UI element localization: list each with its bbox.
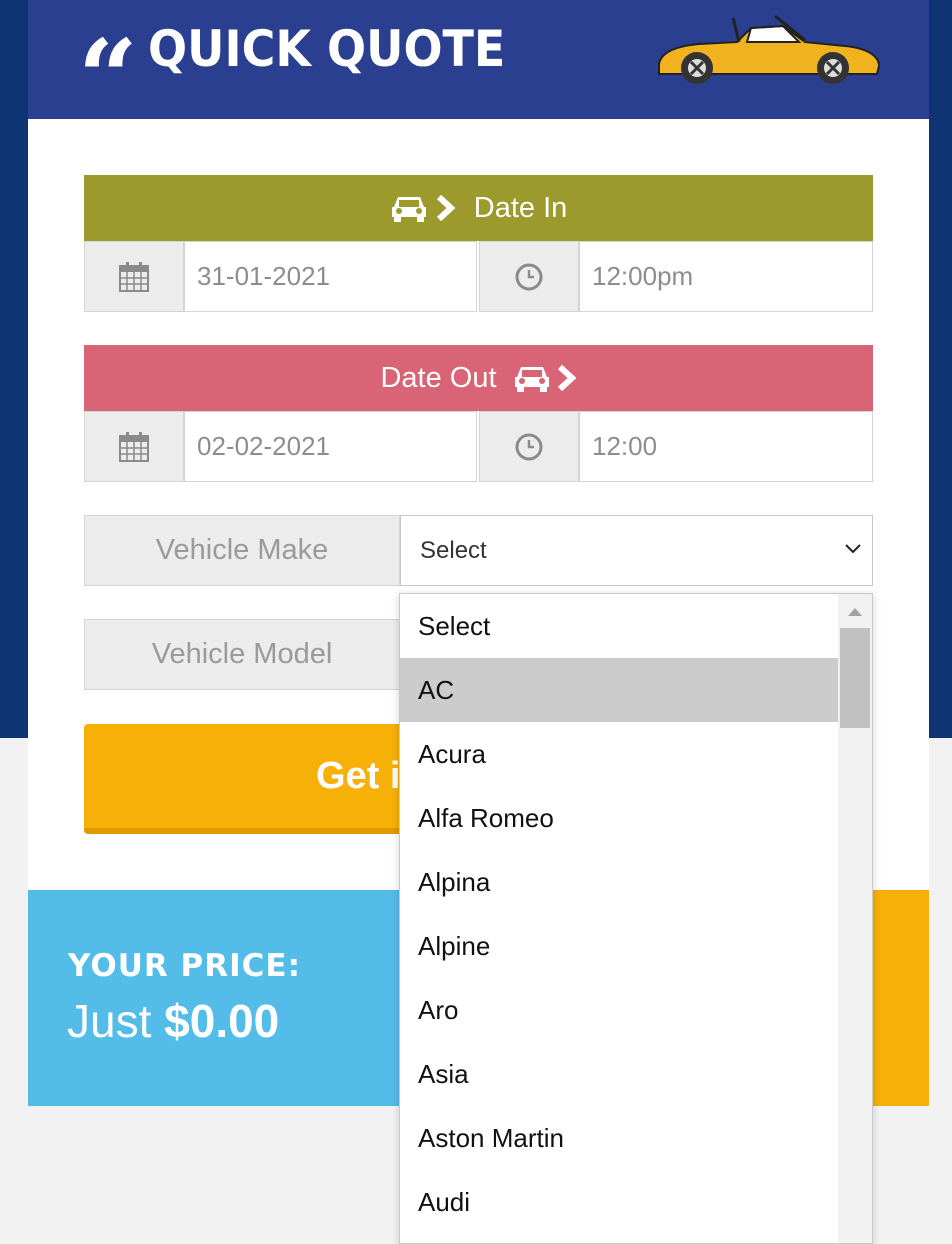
dropdown-option[interactable]: Acura [400, 722, 838, 786]
clock-icon [515, 263, 543, 290]
quote-icon: “ [78, 26, 138, 76]
vehicle-model-label: Vehicle Model [84, 619, 400, 690]
chevron-right-icon [436, 194, 456, 222]
vehicle-make-selected: Select [420, 536, 487, 564]
vehicle-make-label: Vehicle Make [84, 515, 400, 586]
dropdown-option[interactable]: Select [400, 594, 838, 658]
get-quote-label: Get i [316, 754, 401, 797]
date-out-header: Date Out [84, 345, 873, 411]
date-in-label: Date In [473, 191, 568, 224]
dropdown-options: Select AC Acura Alfa Romeo Alpina Alpine Aro As… [400, 594, 838, 1234]
scroll-up-arrow-icon[interactable] [846, 606, 864, 618]
dropdown-option[interactable]: Alpine [400, 914, 838, 978]
dropdown-option[interactable]: Aston Martin [400, 1106, 838, 1170]
car-icon [390, 193, 428, 223]
scrollbar-thumb[interactable] [840, 628, 870, 728]
clock-addon [479, 241, 579, 312]
calendar-addon [84, 241, 184, 312]
card-title: QUICK QUOTE [148, 20, 506, 78]
chevron-right-icon [557, 364, 577, 392]
dropdown-option[interactable]: Alfa Romeo [400, 786, 838, 850]
dropdown-option[interactable]: Audi [400, 1170, 838, 1234]
dropdown-option[interactable]: Asia [400, 1042, 838, 1106]
time-out-field[interactable]: 12:00 [579, 411, 873, 482]
price-value: Just $0.00 [67, 994, 279, 1048]
calendar-icon [119, 431, 149, 462]
date-in-field[interactable]: 31-01-2021 [184, 241, 477, 312]
dropdown-scrollbar[interactable] [838, 594, 872, 1243]
vehicle-make-dropdown[interactable]: Select AC Acura Alfa Romeo Alpina Alpine Aro As… [399, 593, 873, 1244]
date-out-label: Date Out [380, 361, 497, 394]
car-icon [513, 363, 551, 393]
convertible-car-illustration [658, 14, 881, 84]
price-panel-accent [872, 890, 929, 1106]
price-label: YOUR PRICE: [68, 948, 301, 984]
vehicle-make-select[interactable]: Select [400, 515, 873, 586]
clock-icon [515, 433, 543, 460]
clock-addon [479, 411, 579, 482]
dropdown-option[interactable]: AC [400, 658, 838, 722]
dropdown-option[interactable]: Aro [400, 978, 838, 1042]
date-out-field[interactable]: 02-02-2021 [184, 411, 477, 482]
calendar-icon [119, 261, 149, 292]
date-in-header: Date In [84, 175, 873, 241]
chevron-down-icon [845, 544, 861, 554]
calendar-addon [84, 411, 184, 482]
price-amount: $0.00 [164, 995, 280, 1047]
dropdown-option[interactable]: Alpina [400, 850, 838, 914]
price-prefix: Just [67, 995, 152, 1047]
time-in-field[interactable]: 12:00pm [579, 241, 873, 312]
